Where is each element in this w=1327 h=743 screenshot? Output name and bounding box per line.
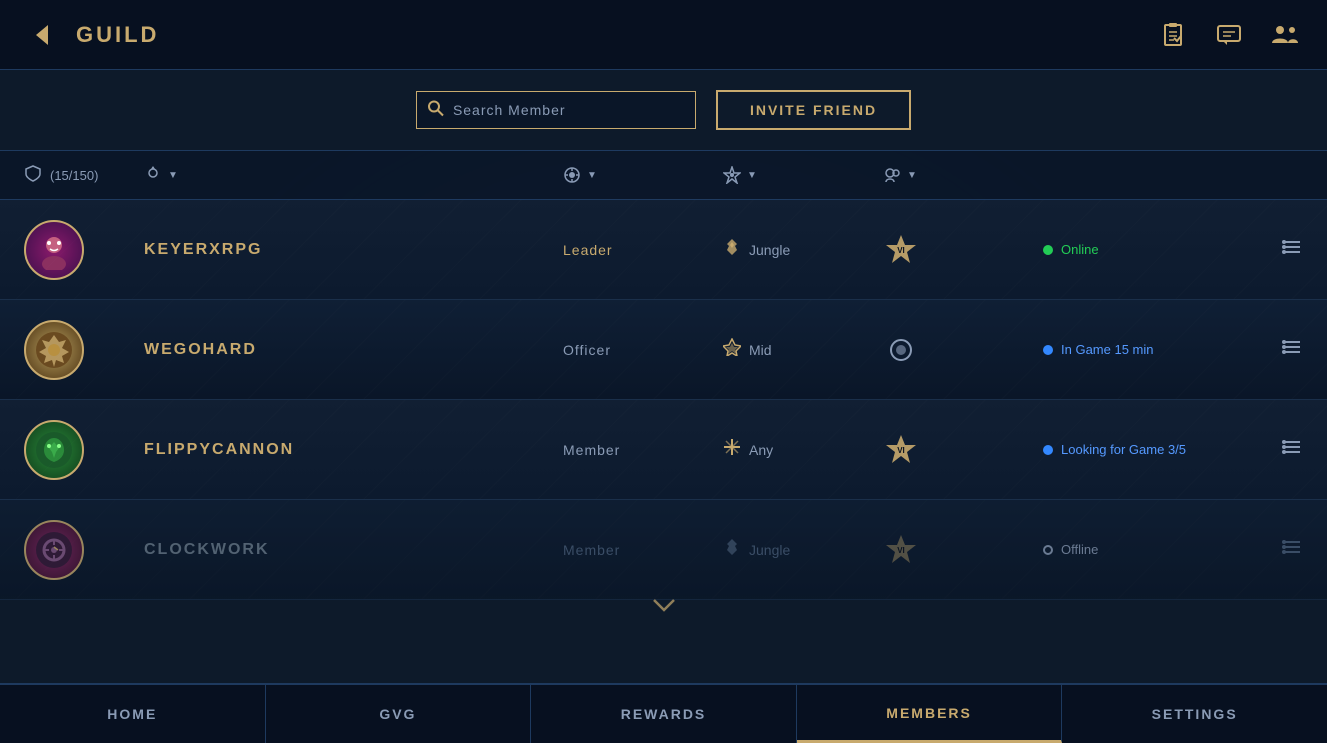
status-indicator (1043, 245, 1053, 255)
search-container (416, 91, 696, 129)
position-label: Any (749, 442, 773, 458)
clipboard-icon[interactable] (1155, 17, 1191, 53)
avatar (24, 220, 84, 280)
member-name: CLOCKWORK (144, 541, 563, 559)
nav-item-gvg[interactable]: GVG (266, 685, 532, 743)
nav-item-settings[interactable]: SETTINGS (1062, 685, 1327, 743)
svg-text:VI: VI (897, 446, 905, 455)
member-actions (1243, 236, 1303, 264)
member-position: Mid (723, 338, 883, 361)
nav-item-home[interactable]: HOME (0, 685, 266, 743)
search-input[interactable] (416, 91, 696, 129)
header: GUILD (0, 0, 1327, 70)
status-label: Online (1061, 242, 1099, 257)
back-button[interactable] (24, 17, 60, 53)
member-count: (15/150) (50, 168, 98, 183)
bottom-nav: HOME GVG REWARDS MEMBERS SETTINGS (0, 683, 1327, 743)
member-name: WEGOHARD (144, 341, 563, 359)
position-dropdown-arrow: ▼ (587, 170, 597, 181)
member-actions (1243, 436, 1303, 464)
member-status: Online (1043, 242, 1243, 257)
member-role: Member (563, 442, 723, 458)
member-actions (1243, 536, 1303, 564)
svg-text:VI: VI (897, 546, 905, 555)
mastery-filter-col[interactable]: ▼ (723, 166, 883, 184)
position-label: Jungle (749, 242, 790, 258)
member-status: Looking for Game 3/5 (1043, 442, 1243, 457)
member-position: Jungle (723, 538, 883, 561)
position-icon (723, 338, 741, 361)
nav-item-rewards[interactable]: REWARDS (531, 685, 797, 743)
position-icon (723, 438, 741, 461)
status-label: Offline (1061, 542, 1098, 557)
table-row[interactable]: CLOCKWORK Member Jungle VI Offline (0, 500, 1327, 600)
action-bar: INVITE FRIEND (0, 70, 1327, 150)
status-label: Looking for Game 3/5 (1061, 442, 1186, 457)
table-row[interactable]: WEGOHARD Officer Mid In Game (0, 300, 1327, 400)
member-menu-button[interactable] (1281, 436, 1303, 464)
table-row[interactable]: KEYERXRPG Leader Jungle VI On (0, 200, 1327, 300)
member-role: Leader (563, 242, 723, 258)
rank-dropdown-arrow: ▼ (168, 170, 178, 181)
member-name: FLIPPYCANNON (144, 441, 563, 459)
header-right (1155, 17, 1303, 53)
position-icon (723, 538, 741, 561)
svg-text:VI: VI (897, 246, 905, 255)
member-rank: VI (883, 232, 1043, 268)
status-indicator (1043, 545, 1053, 555)
position-icon (723, 238, 741, 261)
header-left: GUILD (24, 17, 159, 53)
column-headers: (15/150) ▼ ▼ (0, 150, 1327, 200)
invite-friend-button[interactable]: INVITE FRIEND (716, 90, 911, 130)
member-menu-button[interactable] (1281, 336, 1303, 364)
members-list: KEYERXRPG Leader Jungle VI On (0, 200, 1327, 600)
chat-icon[interactable] (1211, 17, 1247, 53)
status-dropdown-arrow: ▼ (907, 170, 917, 181)
position-label: Jungle (749, 542, 790, 558)
rank-filter-col[interactable]: ▼ (144, 166, 563, 184)
member-role: Officer (563, 342, 723, 358)
page-title: GUILD (76, 22, 159, 48)
guild-icon (24, 164, 42, 187)
member-actions (1243, 336, 1303, 364)
status-indicator (1043, 345, 1053, 355)
table-row[interactable]: FLIPPYCANNON Member Any VI (0, 400, 1327, 500)
position-label: Mid (749, 342, 772, 358)
position-filter-col[interactable]: ▼ (563, 166, 723, 184)
avatar (24, 520, 84, 580)
member-status: Offline (1043, 542, 1243, 557)
main-content: INVITE FRIEND (15/150) ▼ (0, 70, 1327, 683)
member-rank (883, 332, 1043, 368)
search-icon (428, 101, 444, 120)
member-position: Jungle (723, 238, 883, 261)
friends-icon[interactable] (1267, 17, 1303, 53)
member-rank: VI (883, 432, 1043, 468)
status-indicator (1043, 445, 1053, 455)
member-rank: VI (883, 532, 1043, 568)
avatar (24, 420, 84, 480)
mastery-dropdown-arrow: ▼ (747, 170, 757, 181)
scroll-indicator (649, 597, 679, 618)
member-menu-button[interactable] (1281, 236, 1303, 264)
avatar (24, 320, 84, 380)
member-menu-button[interactable] (1281, 536, 1303, 564)
member-count-col[interactable]: (15/150) (24, 164, 144, 187)
nav-item-members[interactable]: MEMBERS (797, 685, 1063, 743)
member-role: Member (563, 542, 723, 558)
member-status: In Game 15 min (1043, 342, 1243, 357)
member-position: Any (723, 438, 883, 461)
status-label: In Game 15 min (1061, 342, 1154, 357)
status-filter-col[interactable]: ▼ (883, 166, 1043, 184)
member-name: KEYERXRPG (144, 241, 563, 259)
